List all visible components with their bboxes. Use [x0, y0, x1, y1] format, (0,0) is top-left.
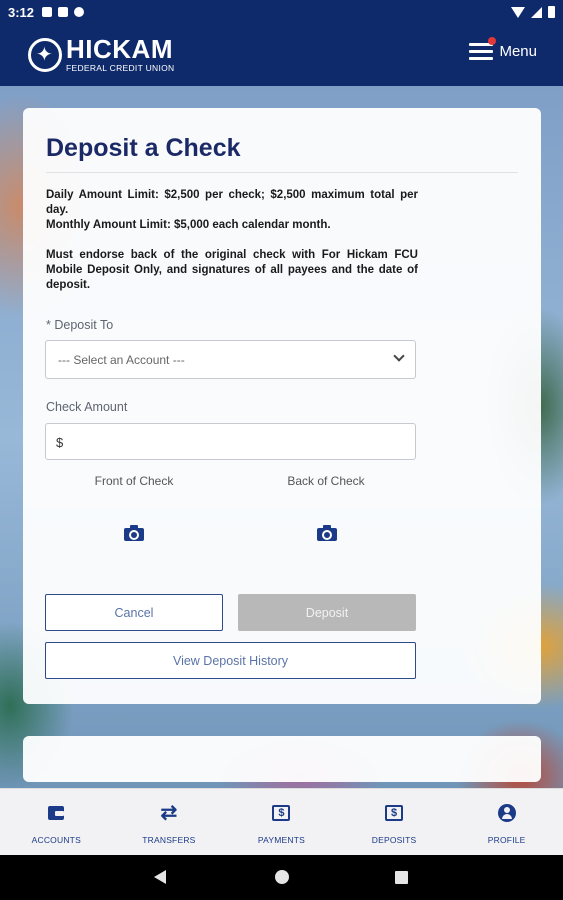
check-amount-field[interactable]: $: [45, 423, 416, 460]
nav-accounts-label: ACCOUNTS: [31, 835, 81, 845]
page-title: Deposit a Check: [46, 134, 241, 162]
accounts-icon: [46, 803, 66, 823]
transfer-arrows-icon: ⇄: [160, 802, 178, 824]
check-amount-label: Check Amount: [46, 400, 128, 414]
nav-payments-label: PAYMENTS: [257, 835, 306, 845]
nav-profile[interactable]: PROFILE: [450, 789, 563, 855]
back-camera-icon[interactable]: [317, 525, 337, 541]
front-camera-icon[interactable]: [124, 525, 144, 541]
sim-icon: [58, 7, 69, 17]
deposit-check-card: Deposit a Check Daily Amount Limit: $2,5…: [23, 108, 541, 704]
status-time: 3:12: [8, 4, 35, 20]
front-of-check-label: Front of Check: [94, 474, 174, 488]
nav-transfers[interactable]: ⇄ TRANSFERS: [113, 789, 226, 855]
bottom-nav: ACCOUNTS ⇄ TRANSFERS $ PAYMENTS $ DEPOSI…: [0, 788, 563, 855]
logo-subtitle: FEDERAL CREDIT UNION: [66, 63, 175, 73]
back-icon[interactable]: [154, 870, 166, 884]
menu-label: Menu: [499, 42, 537, 60]
status-right-icons: [511, 6, 555, 18]
nav-deposits-label: DEPOSITS: [371, 835, 417, 845]
cell-signal-icon: [531, 6, 542, 18]
nav-accounts[interactable]: ACCOUNTS: [0, 789, 113, 855]
deposit-button[interactable]: Deposit: [238, 594, 416, 631]
payments-icon: $: [271, 803, 291, 823]
currency-prefix: $: [56, 435, 64, 450]
secondary-card: [23, 736, 541, 782]
hamburger-icon: [469, 37, 497, 60]
sync-icon: [74, 7, 85, 17]
cancel-button[interactable]: Cancel: [45, 594, 223, 631]
notification-dot: [488, 37, 497, 45]
chevron-down-icon: [393, 350, 405, 362]
nav-transfers-label: TRANSFERS: [142, 835, 196, 845]
daily-limit-text: Daily Amount Limit: $2,500 per check; $2…: [46, 189, 418, 216]
deposits-icon: $: [384, 803, 404, 823]
nav-profile-label: PROFILE: [487, 835, 526, 845]
limits-text: Daily Amount Limit: $2,500 per check; $2…: [46, 188, 418, 233]
check-amount-input[interactable]: [68, 430, 398, 454]
android-nav-bar: [0, 855, 563, 900]
logo-text: HICKAM FEDERAL CREDIT UNION: [66, 36, 175, 73]
notification-icon: [42, 7, 53, 17]
nav-deposits[interactable]: $ DEPOSITS: [338, 789, 451, 855]
deposit-to-select[interactable]: --- Select an Account ---: [45, 340, 416, 379]
view-deposit-history-button[interactable]: View Deposit History: [45, 642, 416, 679]
app-header: HICKAM FEDERAL CREDIT UNION Menu: [0, 24, 563, 86]
logo-star-icon: [28, 37, 62, 72]
back-of-check-label: Back of Check: [287, 474, 365, 488]
wifi-icon: [511, 6, 525, 18]
title-divider: [46, 172, 518, 173]
endorse-instructions: Must endorse back of the original check …: [46, 249, 418, 291]
status-bar: 3:12: [0, 0, 563, 24]
recents-icon[interactable]: [395, 871, 408, 884]
menu-button[interactable]: Menu: [469, 37, 537, 60]
nav-payments[interactable]: $ PAYMENTS: [225, 789, 338, 855]
battery-icon: [548, 6, 555, 18]
deposit-to-label: * Deposit To: [46, 318, 114, 332]
logo-name: HICKAM: [66, 34, 173, 64]
profile-icon: [497, 803, 517, 823]
home-icon[interactable]: [275, 870, 289, 884]
monthly-limit-text: Monthly Amount Limit: $5,000 each calend…: [46, 219, 331, 231]
deposit-to-value: --- Select an Account ---: [58, 353, 185, 367]
hickam-logo[interactable]: HICKAM FEDERAL CREDIT UNION: [28, 36, 175, 73]
